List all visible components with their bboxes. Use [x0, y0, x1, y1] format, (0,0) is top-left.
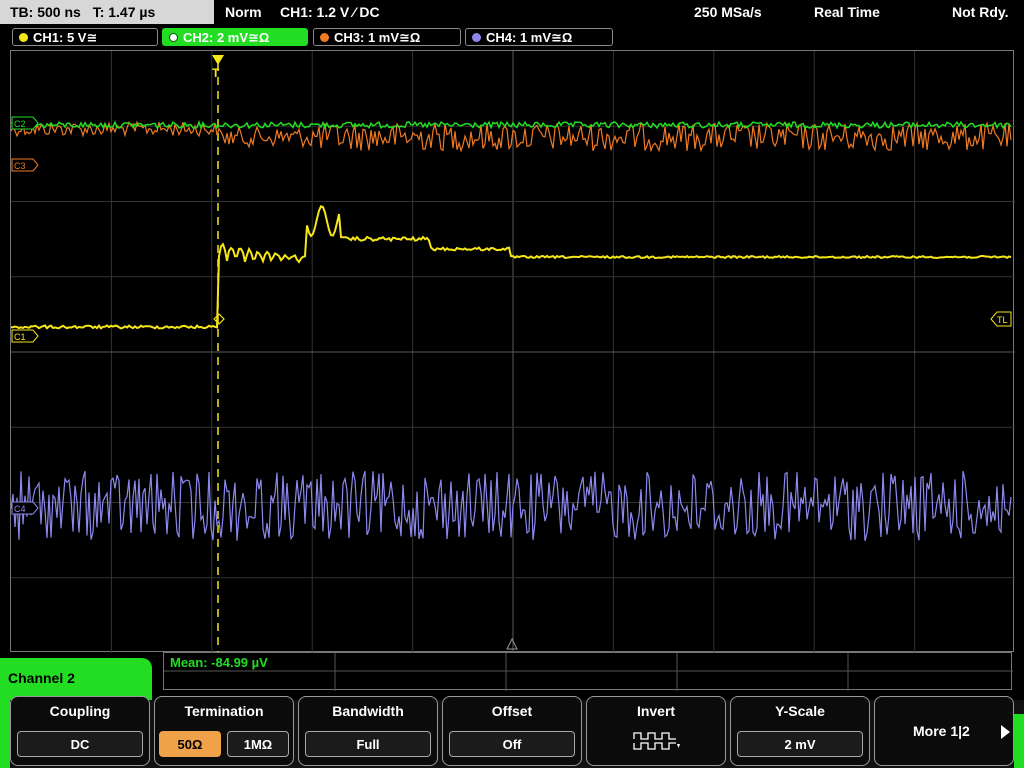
menu-accent-left — [0, 700, 10, 768]
trigger-point-icon — [213, 313, 225, 325]
waveform-display[interactable]: T C3 C2 C1 C4 TL — [10, 50, 1015, 653]
ch1-waveform — [11, 205, 1012, 330]
trigger-state: Not Rdy. — [952, 4, 1009, 20]
ch4-waveform — [11, 470, 1012, 541]
tab-ch3[interactable]: CH3: 1 mV≅Ω — [313, 28, 461, 46]
coupling-softkey[interactable]: Coupling DC — [10, 696, 150, 766]
trigger-level-label: TL — [997, 315, 1008, 325]
graticule — [11, 51, 1015, 653]
invert-softkey[interactable]: Invert — [586, 696, 726, 766]
ch2-marker-label: C2 — [14, 119, 26, 129]
yscale-value[interactable]: 2 mV — [737, 731, 863, 757]
trigger-position-icon[interactable] — [212, 55, 224, 65]
ch4-color-icon — [472, 33, 481, 42]
ch3-color-icon — [320, 33, 329, 42]
mean-measurement: Mean: -84.99 µV — [170, 655, 268, 670]
more-softkey[interactable]: More 1|2 — [874, 696, 1014, 766]
trigger-level-marker[interactable]: TL — [990, 311, 1012, 327]
center-marker-icon — [506, 637, 518, 650]
offset-title: Offset — [491, 703, 533, 719]
trigger-mode[interactable]: Norm — [225, 0, 262, 24]
tab-ch1[interactable]: CH1: 5 V≅ — [12, 28, 158, 46]
measurement-grid — [164, 653, 1013, 691]
tab-ch2[interactable]: CH2: 2 mV≅Ω — [162, 28, 308, 46]
yscale-title: Y-Scale — [775, 703, 825, 719]
ch3-marker-label: C3 — [14, 161, 26, 171]
ch3-marker[interactable]: C3 — [11, 158, 39, 172]
waveform-svg: T C3 C2 C1 C4 TL — [11, 51, 1015, 653]
offset-value[interactable]: Off — [449, 731, 575, 757]
ch4-marker-label: C4 — [14, 504, 26, 514]
yscale-softkey[interactable]: Y-Scale 2 mV — [730, 696, 870, 766]
channel-tabs: CH1: 5 V≅ CH2: 2 mV≅Ω CH3: 1 mV≅Ω CH4: 1… — [0, 26, 1024, 48]
trigger-time: T: 1.47 µs — [92, 4, 156, 20]
ch3-label: CH3: 1 mV≅Ω — [334, 30, 421, 45]
coupling-title: Coupling — [49, 703, 111, 719]
termination-title: Termination — [184, 703, 264, 719]
termination-50ohm[interactable]: 50Ω — [159, 731, 221, 757]
arrow-right-icon — [1001, 725, 1010, 739]
menu-accent-right — [1014, 714, 1024, 768]
ch2-marker[interactable]: C2 — [11, 116, 39, 130]
coupling-value[interactable]: DC — [17, 731, 143, 757]
bandwidth-value[interactable]: Full — [305, 731, 431, 757]
termination-1mohm[interactable]: 1MΩ — [227, 731, 289, 757]
trigger-source[interactable]: CH1: 1.2 V ⁄ DC — [280, 0, 380, 24]
measurement-panel: Mean: -84.99 µV — [163, 652, 1013, 691]
ch1-label: CH1: 5 V≅ — [33, 30, 98, 45]
ch1-marker-label: C1 — [14, 332, 26, 342]
acquisition-mode: Real Time — [814, 4, 880, 20]
timebase: TB: 500 ns — [10, 4, 81, 20]
more-label: More 1|2 — [913, 723, 970, 739]
timebase-box[interactable]: TB: 500 ns T: 1.47 µs — [0, 0, 214, 24]
tab-ch4[interactable]: CH4: 1 mV≅Ω — [465, 28, 613, 46]
bandwidth-title: Bandwidth — [332, 703, 404, 719]
invert-title: Invert — [636, 703, 676, 719]
ch2-label: CH2: 2 mV≅Ω — [183, 30, 270, 45]
sample-rate: 250 MSa/s — [694, 4, 762, 20]
termination-softkey[interactable]: Termination 50Ω 1MΩ — [154, 696, 294, 766]
ch2-color-icon — [169, 33, 178, 42]
svg-text:T: T — [212, 66, 220, 80]
invert-waveform-icon — [633, 732, 680, 750]
menu-title: Channel 2 — [0, 658, 152, 700]
bandwidth-softkey[interactable]: Bandwidth Full — [298, 696, 438, 766]
ch2-waveform — [11, 119, 1012, 130]
ch4-marker[interactable]: C4 — [11, 501, 39, 515]
status-bar: TB: 500 ns T: 1.47 µs Norm CH1: 1.2 V ⁄ … — [0, 0, 1024, 24]
ch1-color-icon — [19, 33, 28, 42]
ch1-marker[interactable]: C1 — [11, 329, 39, 343]
offset-softkey[interactable]: Offset Off — [442, 696, 582, 766]
ch4-label: CH4: 1 mV≅Ω — [486, 30, 573, 45]
